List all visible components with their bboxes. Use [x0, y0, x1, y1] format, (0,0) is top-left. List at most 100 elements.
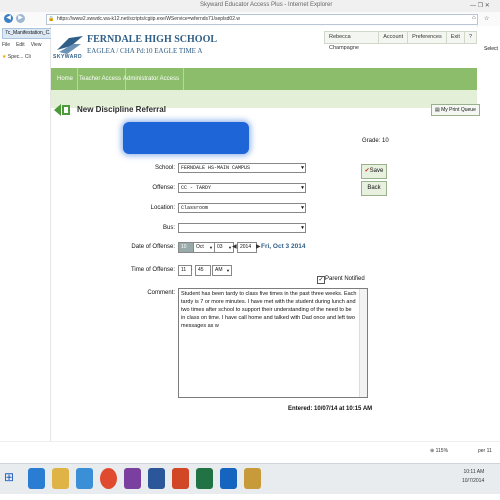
comment-text: Student has been tardy to class five tim… — [181, 291, 357, 329]
chevron-down-icon: ▼ — [209, 245, 213, 250]
school-name: FERNDALE HIGH SCHOOL — [87, 34, 218, 45]
help-link[interactable]: ? — [463, 31, 477, 44]
menu-view[interactable]: View — [31, 42, 42, 48]
window-title: Skyward Educator Access Plus - Internet … — [200, 2, 333, 8]
window-controls[interactable]: — ❐ ✕ — [470, 2, 490, 9]
grade-value: 10 — [382, 138, 389, 144]
skyward-app: SKYWARD FERNDALE HIGH SCHOOL EAGLEA / CH… — [51, 26, 480, 441]
entered-label: Entered: — [288, 406, 313, 412]
save-button[interactable]: ✔Save — [361, 164, 387, 179]
outlook-taskbar-icon[interactable] — [220, 468, 237, 489]
date-year-next-icon[interactable]: ▶ — [256, 243, 261, 250]
url-field[interactable]: https://www2.swwdc.wa-k12.net/scripts/cg… — [46, 14, 478, 25]
menu-edit[interactable]: Edit — [16, 42, 25, 48]
time-colon: : — [191, 266, 193, 272]
favorite-item-2[interactable]: Cli — [25, 54, 31, 60]
time-ampm-value: AM — [215, 267, 223, 273]
chevron-down-icon: ▼ — [300, 165, 304, 171]
address-bar-row: ◀ ▶ https://www2.swwdc.wa-k12.net/script… — [0, 12, 500, 27]
lock-icon: 🔒 — [48, 16, 55, 22]
chrome-taskbar-icon[interactable] — [100, 468, 117, 489]
date-year-field[interactable]: 2014 — [237, 242, 257, 253]
date-label: Date of Offense: — [131, 244, 175, 250]
zoom-level[interactable]: ⊕ 115% — [430, 448, 448, 454]
printer-icon: ▤ — [435, 107, 440, 113]
back-icon[interactable]: ◀ — [4, 14, 13, 23]
favorite-item-1[interactable]: Spec... — [8, 54, 24, 60]
print-queue-button[interactable]: ▤ My Print Queue — [431, 104, 480, 116]
account-link[interactable]: Account — [378, 31, 409, 44]
start-icon[interactable]: ⊞ — [4, 470, 14, 484]
date-year-prev-icon[interactable]: ◀ — [232, 243, 237, 250]
star-icon[interactable]: ☆ — [484, 15, 489, 22]
location-value: Classroom — [181, 205, 209, 211]
excel-taskbar-icon[interactable] — [196, 468, 213, 489]
exit-link[interactable]: Exit — [445, 31, 465, 44]
preferences-link[interactable]: Preferences — [407, 31, 447, 44]
browser-menu: File Edit View — [2, 42, 47, 48]
redacted-student-name — [123, 122, 249, 154]
ie-taskbar-icon[interactable] — [28, 468, 45, 489]
windows-taskbar: ⊞ — [0, 463, 500, 494]
browser-status-bar: ⊕ 115% per 11 — [0, 441, 500, 464]
date-month-name: Oct — [196, 244, 204, 250]
date-day-value: 03 — [217, 244, 223, 250]
parent-notified-label: Parent Notified — [325, 276, 365, 282]
favorites-bar: ★ Spec... Cli — [2, 54, 31, 60]
grade-display: Grade: 10 — [362, 138, 389, 144]
media-taskbar-icon[interactable] — [76, 468, 93, 489]
location-label: Location: — [150, 205, 175, 211]
snipping-taskbar-icon[interactable] — [244, 468, 261, 489]
user-bar: Rebecca Champagne Account Preferences Ex… — [324, 31, 477, 51]
time-ampm-select[interactable]: AM ▼ — [212, 265, 232, 276]
chevron-down-icon: ▼ — [300, 185, 304, 191]
location-select[interactable]: Classroom ▼ — [178, 203, 306, 213]
menu-file[interactable]: File — [2, 42, 10, 48]
taskbar-clock[interactable]: 10:11 AM 10/7/2014 — [462, 468, 484, 486]
powerpoint-taskbar-icon[interactable] — [172, 468, 189, 489]
page-title-row: New Discipline Referral ▤ My Print Queue — [51, 100, 480, 120]
date-day-select[interactable]: 03 ▼ — [214, 242, 234, 253]
clock-date: 10/7/2014 — [462, 478, 485, 484]
favorites-star-icon[interactable]: ★ — [2, 54, 6, 60]
entered-value: 10/07/14 at 10:15 AM — [314, 406, 373, 412]
entered-info: Entered: 10/07/14 at 10:15 AM — [288, 406, 372, 412]
comment-label: Comment: — [147, 290, 175, 296]
school-value: FERNDALE HS-MAIN CAMPUS — [181, 165, 251, 171]
date-month-field[interactable]: 10 — [178, 242, 194, 253]
back-arrow-icon[interactable] — [54, 104, 72, 116]
date-month-select[interactable]: Oct ▼ — [193, 242, 215, 253]
app-header: SKYWARD FERNDALE HIGH SCHOOL EAGLEA / CH… — [51, 26, 477, 66]
offense-select[interactable]: CC - TARDY ▼ — [178, 183, 306, 193]
word-taskbar-icon[interactable] — [148, 468, 165, 489]
bus-label: Bus: — [162, 225, 175, 231]
browser-left-panel: 7c_Manifestation_C... File Edit View ★ Spe… — [0, 26, 52, 466]
bus-select[interactable]: ▼ — [178, 223, 306, 233]
offense-value: CC - TARDY — [181, 185, 212, 191]
onenote-taskbar-icon[interactable] — [124, 468, 141, 489]
main-nav: Home Teacher Access Administrator Access — [51, 68, 477, 90]
explorer-taskbar-icon[interactable] — [52, 468, 69, 489]
chevron-down-icon: ▼ — [300, 205, 304, 211]
offense-label: Offense: — [152, 185, 175, 191]
chevron-down-icon: ▼ — [226, 268, 230, 273]
home-icon[interactable]: ⌂ — [472, 15, 476, 21]
browser-tab[interactable]: 7c_Manifestation_C... — [2, 28, 52, 39]
school-select[interactable]: FERNDALE HS-MAIN CAMPUS ▼ — [178, 163, 306, 173]
parent-notified-checkbox[interactable]: ✓ — [317, 276, 325, 284]
user-name: Rebecca Champagne — [324, 31, 380, 51]
zoom-icon: ⊕ — [430, 448, 435, 454]
time-hour-field[interactable]: 11 — [178, 265, 192, 276]
zoom-value: 115% — [435, 448, 449, 454]
forward-icon[interactable]: ▶ — [16, 14, 25, 23]
print-queue-label: My Print Queue — [441, 107, 476, 113]
school-label: School: — [154, 165, 175, 171]
comment-scrollbar[interactable] — [359, 289, 367, 397]
nav-administrator-access[interactable]: Administrator Access — [119, 68, 185, 90]
chevron-down-icon: ▼ — [300, 225, 304, 231]
time-minute-field[interactable]: 45 — [195, 265, 211, 276]
comment-textarea[interactable]: Student has been tardy to class five tim… — [178, 288, 368, 398]
back-button[interactable]: Back — [361, 181, 387, 196]
term-line: EAGLEA / CHA Pd:10 EAGLE TIME A — [87, 47, 203, 55]
select-tool-label[interactable]: Select — [484, 46, 498, 52]
